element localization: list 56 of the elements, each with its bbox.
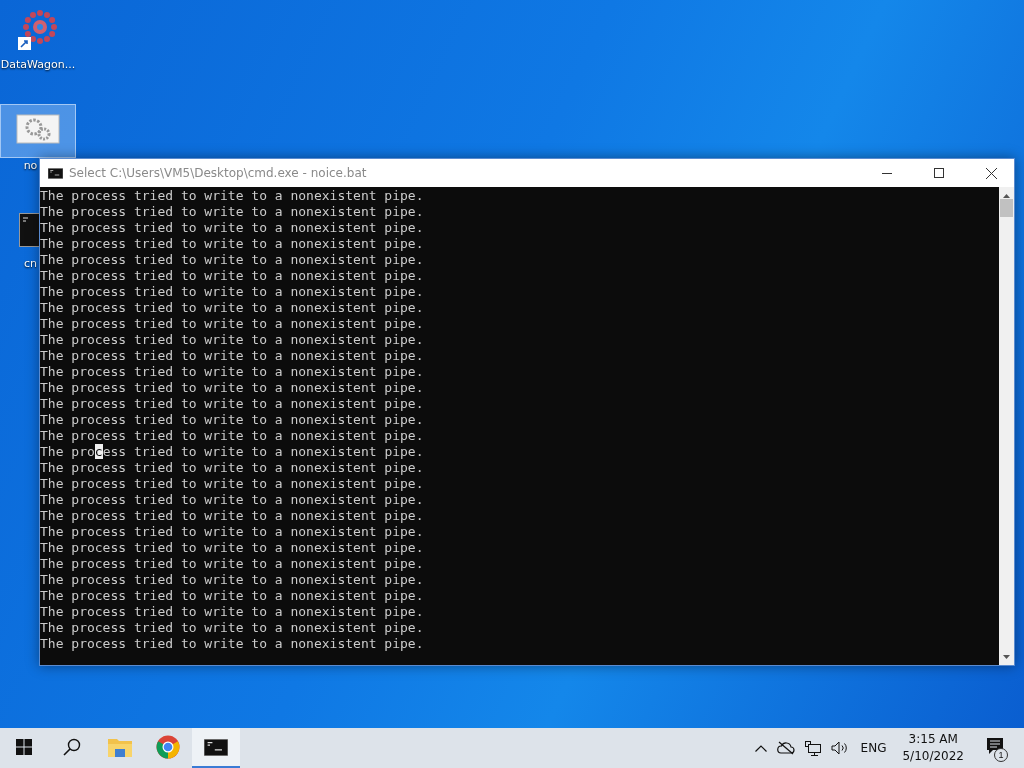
console-line: The process tried to write to a nonexistent pipe. [40, 540, 425, 556]
console-line: The process tried to write to a nonexistent pipe. [40, 460, 425, 476]
scroll-down-icon [1003, 655, 1010, 659]
close-icon [985, 167, 997, 179]
windows-logo-icon [16, 739, 32, 755]
console-line: The process tried to write to a nonexistent pipe. [40, 428, 425, 444]
clock[interactable]: 3:15 AM 5/10/2022 [896, 731, 970, 765]
console-line: The process tried to write to a nonexistent pipe. [40, 588, 425, 604]
console-line: The process tried to write to a nonexistent pipe. [40, 620, 425, 636]
console-line: The process tried to write to a nonexistent pipe. [40, 412, 425, 428]
desktop-icon[interactable] [0, 104, 76, 158]
console-line: The process tried to write to a nonexistent pipe. [40, 188, 425, 204]
console-line: The process tried to write to a nonexistent pipe. [40, 332, 425, 348]
console-line: The process tried to write to a nonexistent pipe. [40, 252, 425, 268]
icon-label: DataWagon... [0, 58, 76, 71]
console-icon [204, 738, 228, 756]
console-line: The process tried to write to a nonexistent pipe. [40, 316, 425, 332]
speaker-icon [830, 741, 849, 755]
console-icon [48, 167, 63, 179]
console-line: The process tried to write to a nonexistent pipe. [40, 284, 425, 300]
console-line: The process tried to write to a nonexistent pipe. [40, 300, 425, 316]
cloud-off-icon [776, 741, 795, 755]
console-line: The process tried to write to a nonexistent pipe. [40, 364, 425, 380]
console-line: The process tried to write to a nonexistent pipe. [40, 572, 425, 588]
console-line: The process tried to write to a nonexistent pipe. [40, 476, 425, 492]
chevron-up-icon [754, 744, 767, 752]
icon-label: cn [23, 257, 38, 270]
maximize-icon [934, 168, 944, 178]
console-line: The process tried to write to a nonexistent pipe. [40, 492, 425, 508]
taskbar-button[interactable] [192, 728, 240, 768]
console-line: The process tried to write to a nonexistent pipe. [40, 604, 425, 620]
console-line: The process tried to write to a nonexistent pipe. [40, 444, 425, 460]
console-line: The process tried to write to a nonexistent pipe. [40, 508, 425, 524]
console-line: The process tried to write to a nonexistent pipe. [40, 396, 425, 412]
console-line: The process tried to write to a nonexistent pipe. [40, 204, 425, 220]
gear-shortcut-icon [16, 9, 60, 53]
console-line: The process tried to write to a nonexistent pipe. [40, 636, 425, 652]
icon-label: no [23, 159, 38, 172]
folder-icon [108, 737, 132, 757]
console-line: The process tried to write to a nonexistent pipe. [40, 268, 425, 284]
notification-count: 1 [994, 748, 1008, 762]
search-icon [63, 738, 81, 756]
minimize-icon [882, 172, 892, 174]
console-line: The process tried to write to a nonexistent pipe. [40, 524, 425, 540]
console-line: The process tried to write to a nonexistent pipe. [40, 220, 425, 236]
console-line: The process tried to write to a nonexistent pipe. [40, 380, 425, 396]
scroll-thumb[interactable] [1000, 199, 1013, 217]
browser-logo-icon [156, 735, 180, 759]
notification-button[interactable]: 1 [976, 728, 1016, 768]
window-title: Select C:\Users\VM5\Desktop\cmd.exe - noice.bat [69, 166, 368, 180]
gears-file-icon [16, 111, 60, 147]
language-indicator[interactable]: ENG [856, 741, 891, 755]
scrollbar[interactable] [999, 187, 1014, 665]
console-line: The process tried to write to a nonexistent pipe. [40, 348, 425, 364]
console-line: The process tried to write to a nonexistent pipe. [40, 236, 425, 252]
console-line: The process tried to write to a nonexistent pipe. [40, 556, 425, 572]
